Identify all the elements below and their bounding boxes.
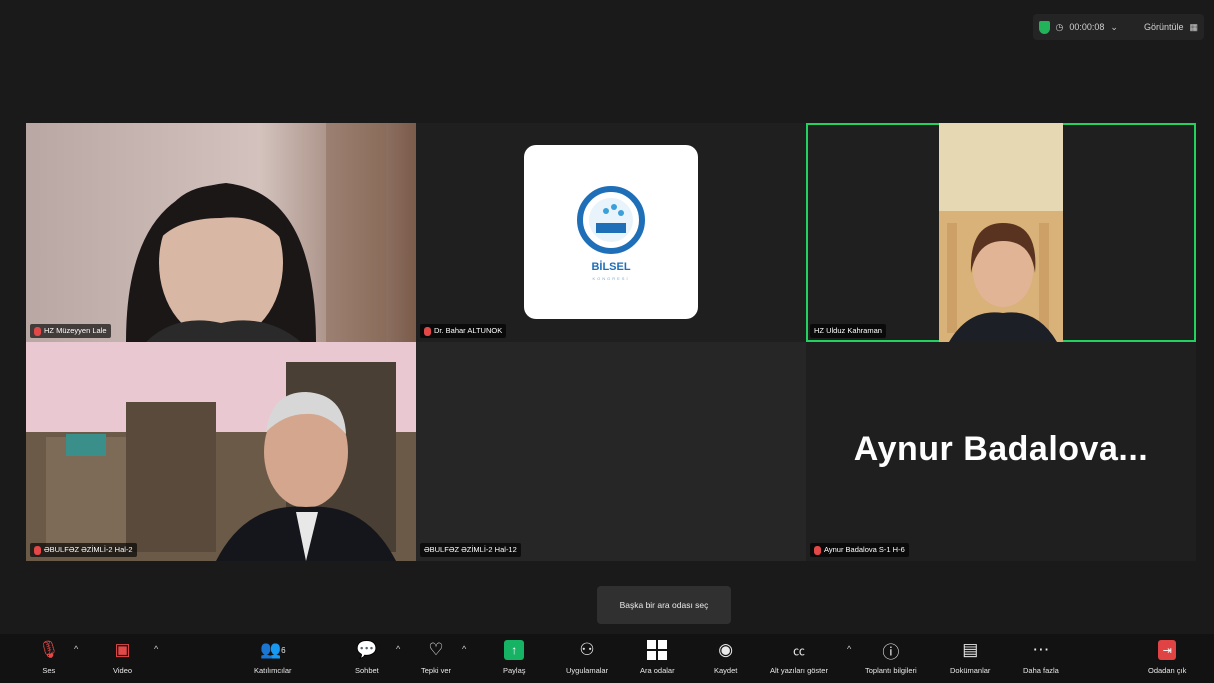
chat-options-caret[interactable]: ^ — [396, 644, 400, 654]
participant-name: Aynur Badalova S-1 H-6 — [824, 545, 905, 554]
participant-name-tag: ƏBULFƏZ ƏZİMLİ-2 Hal-12 — [420, 543, 521, 557]
top-bar: ◷ 00:00:08 ⌄ Görüntüle ▦ — [0, 0, 1214, 55]
video-tile-3-active-speaker[interactable]: HZ Ulduz Kahraman — [806, 123, 1196, 342]
participant-display-name: Aynur Badalova... — [853, 430, 1149, 468]
video-tile-1[interactable]: HZ Müzeyyen Lale — [26, 123, 416, 342]
more-icon: ⋯ — [1032, 640, 1050, 659]
participants-count: 6 — [281, 645, 286, 655]
muted-mic-icon — [34, 545, 41, 555]
bilsel-logo: BİLSEL KONGRESİ — [524, 145, 698, 319]
captions-button[interactable]: ㏄ Alt yazıları göster — [770, 638, 828, 676]
leave-room-button[interactable]: ⇥ Odadan çık — [1148, 638, 1186, 675]
record-icon: ◉ — [718, 640, 734, 659]
encryption-shield-icon[interactable] — [1038, 20, 1050, 34]
audio-button[interactable]: 🎙 Ses — [38, 638, 60, 675]
info-icon: ⓘ — [882, 642, 900, 662]
muted-mic-icon — [814, 545, 821, 555]
participant-video — [939, 123, 1063, 342]
chat-icon: 💬 — [356, 640, 378, 659]
logo-subtitle: KONGRESİ — [592, 276, 630, 281]
participants-icon: 👥 — [259, 640, 282, 659]
grid-view-icon[interactable]: ▦ — [1189, 22, 1198, 33]
video-tile-4[interactable]: ƏBULFƏZ ƏZİMLİ-2 Hal-2 — [26, 342, 416, 561]
logo-title: BİLSEL — [591, 261, 631, 273]
muted-mic-icon — [424, 326, 431, 336]
apps-button[interactable]: ⚇ Uygulamalar — [566, 638, 608, 675]
muted-mic-icon — [34, 326, 41, 336]
view-button[interactable]: Görüntüle — [1144, 22, 1184, 32]
participant-video — [26, 342, 416, 561]
audio-options-caret[interactable]: ^ — [74, 644, 78, 654]
participant-name-tag: HZ Ulduz Kahraman — [810, 324, 886, 338]
apps-icon: ⚇ — [579, 640, 595, 659]
participant-name-tag: Dr. Bahar ALTUNOK — [420, 324, 507, 338]
breakout-rooms-button[interactable]: Ara odalar — [640, 638, 675, 675]
video-off-icon: ▣ — [114, 640, 131, 659]
more-button[interactable]: ⋯ Daha fazla — [1023, 638, 1059, 675]
participant-name: HZ Müzeyyen Lale — [44, 326, 107, 335]
participant-name: ƏBULFƏZ ƏZİMLİ-2 Hal-2 — [44, 545, 133, 554]
meeting-timer: 00:00:08 — [1069, 22, 1105, 32]
documents-button[interactable]: ▤ Dokümanlar — [950, 638, 990, 675]
captions-options-caret[interactable]: ^ — [847, 644, 851, 654]
video-button[interactable]: ▣ Video — [113, 638, 132, 675]
share-button[interactable]: ↑ Paylaş — [503, 638, 526, 675]
meeting-info-button[interactable]: ⓘ Toplantı bilgileri — [865, 638, 917, 676]
record-button[interactable]: ◉ Kaydet — [714, 638, 737, 675]
video-tile-5[interactable]: ƏBULFƏZ ƏZİMLİ-2 Hal-12 — [416, 342, 806, 561]
document-icon: ▤ — [962, 640, 979, 659]
participant-name-tag: ƏBULFƏZ ƏZİMLİ-2 Hal-2 — [30, 543, 137, 557]
video-tile-6[interactable]: Aynur Badalova... Aynur Badalova S-1 H-6 — [806, 342, 1196, 561]
mic-muted-icon: 🎙 — [38, 640, 60, 659]
participant-name: HZ Ulduz Kahraman — [814, 326, 882, 335]
meeting-info-bar: ◷ 00:00:08 ⌄ Görüntüle ▦ — [1032, 14, 1204, 40]
video-tile-2[interactable]: BİLSEL KONGRESİ Dr. Bahar ALTUNOK — [416, 123, 806, 342]
bilsel-logo-icon — [577, 186, 645, 254]
breakout-tooltip: Başka bir ara odası seç — [597, 586, 731, 624]
heart-icon: ♡ — [428, 640, 444, 659]
react-button[interactable]: ♡ Tepki ver — [421, 638, 451, 675]
breakout-rooms-icon — [647, 640, 668, 660]
captions-icon: ㏄ — [792, 643, 805, 658]
chat-button[interactable]: 💬 Sohbet — [355, 638, 379, 675]
participant-video — [26, 123, 416, 342]
participant-name: Dr. Bahar ALTUNOK — [434, 326, 503, 335]
leave-icon: ⇥ — [1158, 640, 1177, 660]
participant-name-tag: Aynur Badalova S-1 H-6 — [810, 543, 909, 557]
react-options-caret[interactable]: ^ — [462, 644, 466, 654]
participant-name: ƏBULFƏZ ƏZİMLİ-2 Hal-12 — [424, 545, 517, 554]
timer-icon: ◷ — [1055, 21, 1064, 32]
participants-button[interactable]: 👥 6 Katılımcılar — [254, 638, 292, 675]
share-screen-icon: ↑ — [504, 640, 525, 660]
participant-name-tag: HZ Müzeyyen Lale — [30, 324, 111, 338]
meeting-toolbar: 🎙 Ses ^ ▣ Video ^ 👥 6 Katılımcılar 💬 Sohb… — [0, 634, 1214, 683]
chevron-down-icon[interactable]: ⌄ — [1110, 22, 1118, 33]
video-options-caret[interactable]: ^ — [154, 644, 158, 654]
